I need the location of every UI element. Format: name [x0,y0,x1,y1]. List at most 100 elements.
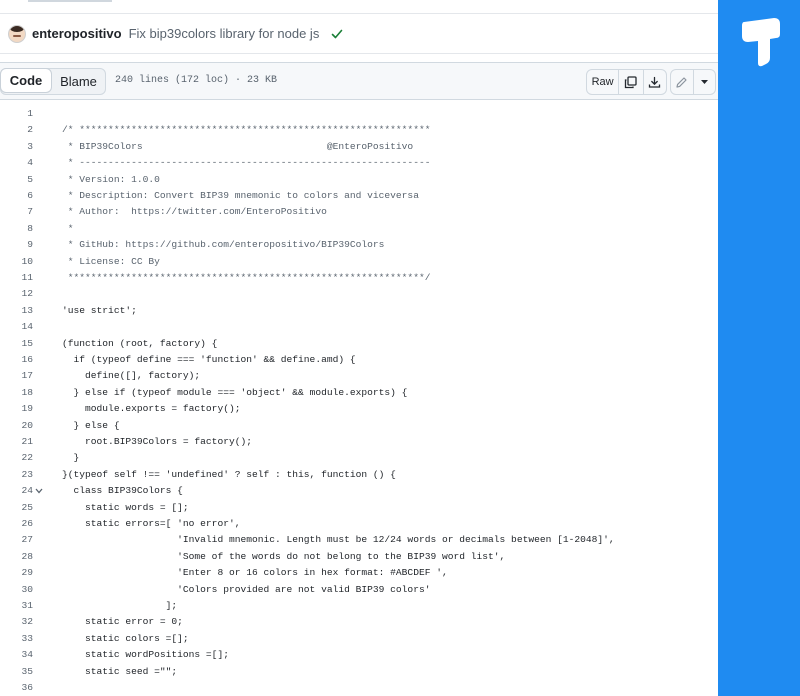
code-text: 'use strict'; [62,304,137,316]
code-text: ****************************************… [62,272,431,283]
code-line: 16 if (typeof define === 'function' && d… [0,352,718,368]
code-line: 23}(typeof self !== 'undefined' ? self :… [0,467,718,483]
line-number[interactable]: 23 [0,467,33,483]
code-line: 34 static wordPositions =[]; [0,647,718,663]
line-number[interactable]: 2 [0,122,33,138]
line-number[interactable]: 9 [0,237,33,253]
code-text: static seed =""; [62,665,178,677]
code-line: 28 'Some of the words do not belong to t… [0,549,718,565]
edit-actions [670,69,716,95]
line-number[interactable]: 33 [0,631,33,647]
line-number[interactable]: 36 [0,680,33,696]
brand-logo-icon [742,18,780,67]
code-text: 'Some of the words do not belong to the … [62,550,506,562]
code-text: static wordPositions =[]; [62,649,229,661]
code-text: static error = 0; [62,616,183,628]
code-line: 20 } else { [0,418,718,434]
raw-button[interactable]: Raw [587,70,620,94]
line-number[interactable]: 30 [0,582,33,598]
code-text: * License: CC By [62,255,160,267]
code-line: 10 * License: CC By [0,254,718,270]
line-number[interactable]: 32 [0,614,33,630]
line-number[interactable]: 12 [0,286,33,302]
code-text: module.exports = factory(); [62,403,241,415]
line-number[interactable]: 3 [0,139,33,155]
line-number[interactable]: 20 [0,418,33,434]
line-number[interactable]: 10 [0,254,33,270]
download-button[interactable] [642,70,666,94]
code-text: 'Enter 8 or 16 colors in hex format: #AB… [62,567,448,579]
avatar[interactable] [8,24,26,43]
raw-actions: Raw [586,69,667,95]
line-number[interactable]: 26 [0,516,33,532]
edit-dropdown-button[interactable] [692,70,715,94]
tab-indicator [28,0,112,2]
commit-message[interactable]: Fix bip39colors library for node js [129,26,320,41]
line-number[interactable]: 16 [0,352,33,368]
code-line: 7 * Author: https://twitter.com/EnteroPo… [0,204,718,220]
code-text: static words = []; [62,501,189,513]
line-number[interactable]: 28 [0,549,33,565]
line-number[interactable]: 14 [0,319,33,335]
line-number[interactable]: 29 [0,565,33,581]
code-line: 18 } else if (typeof module === 'object'… [0,385,718,401]
line-number[interactable]: 5 [0,172,33,188]
line-number[interactable]: 13 [0,303,33,319]
code-line: 24 class BIP39Colors { [0,483,718,499]
code-line: 32 static error = 0; [0,614,718,630]
line-number[interactable]: 34 [0,647,33,663]
line-number[interactable]: 18 [0,385,33,401]
edit-button[interactable] [671,70,693,94]
line-number[interactable]: 8 [0,221,33,237]
line-number[interactable]: 19 [0,401,33,417]
code-text: static errors=[ 'no error', [62,518,241,529]
code-line: 12 [0,286,718,302]
download-icon [649,76,661,88]
line-number[interactable]: 35 [0,664,33,680]
code-line: 17 define([], factory); [0,368,718,384]
line-number[interactable]: 17 [0,368,33,384]
copy-button[interactable] [619,70,642,94]
code-text: /* *************************************… [62,124,431,136]
line-number[interactable]: 21 [0,434,33,450]
commit-author[interactable]: enteropositivo [32,26,122,41]
code-text: define([], factory); [62,370,201,382]
code-line: 6 * Description: Convert BIP39 mnemonic … [0,188,718,204]
code-text: * BIP39Colors @EnteroPositivo [62,140,414,152]
code-line: 15 (function (root, factory) { [0,336,718,352]
code-line: 25 static words = []; [0,500,718,516]
code-line: 3 * BIP39Colors @EnteroPositivo [0,139,718,155]
line-number[interactable]: 31 [0,598,33,614]
code-line: 19 module.exports = factory(); [0,401,718,417]
latest-commit-bar: enteropositivo Fix bip39colors library f… [0,14,718,54]
line-number[interactable]: 27 [0,532,33,548]
code-line: 13 'use strict'; [0,303,718,319]
code-text: } [62,452,80,464]
code-text: (function (root, factory) { [62,337,218,349]
fold-chevron-icon[interactable] [35,488,43,494]
code-text: ]; [62,600,178,611]
blame-tab[interactable]: Blame [52,69,105,94]
code-text: 'Colors provided are not valid BIP39 col… [62,583,431,595]
top-divider [0,0,718,14]
code-line: 33 static colors =[]; [0,631,718,647]
code-text: * Description: Convert BIP39 mnemonic to… [62,190,419,201]
line-number[interactable]: 25 [0,500,33,516]
line-number[interactable]: 1 [0,106,33,122]
check-icon[interactable] [331,28,343,40]
code-text: class BIP39Colors { [62,485,183,497]
line-number[interactable]: 22 [0,450,33,466]
code-line: 29 'Enter 8 or 16 colors in hex format: … [0,565,718,581]
line-number[interactable]: 6 [0,188,33,204]
line-number[interactable]: 24 [0,483,33,499]
code-text: 'Invalid mnemonic. Length must be 12/24 … [62,534,615,546]
code-line: 30 'Colors provided are not valid BIP39 … [0,582,718,598]
code-line: 35 static seed =""; [0,664,718,680]
line-number[interactable]: 7 [0,204,33,220]
code-tab[interactable]: Code [0,68,52,93]
line-number[interactable]: 15 [0,336,33,352]
code-text: * Author: https://twitter.com/EnteroPosi… [62,206,327,218]
line-number[interactable]: 11 [0,270,33,286]
code-line: 22 } [0,450,718,466]
line-number[interactable]: 4 [0,155,33,171]
